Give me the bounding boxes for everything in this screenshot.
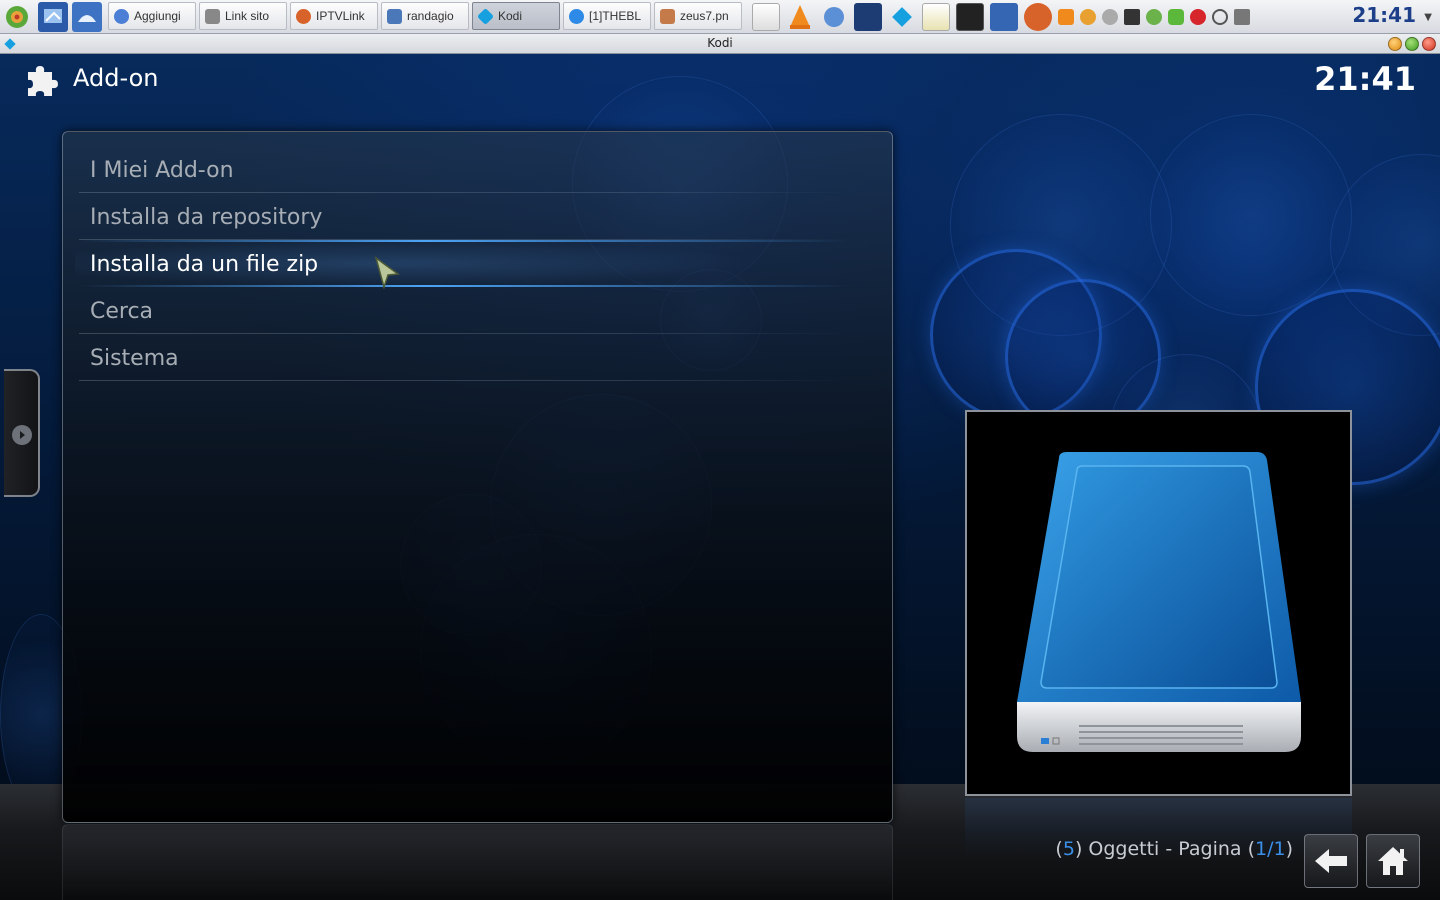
- volume-icon[interactable]: [1212, 9, 1228, 25]
- selection-line: [79, 240, 849, 242]
- puzzle-icon: [28, 66, 58, 96]
- minimize-button[interactable]: [1388, 37, 1402, 51]
- media-icon[interactable]: [1058, 9, 1074, 25]
- task-item[interactable]: Link sito: [199, 2, 287, 30]
- background-bokeh: [1150, 114, 1352, 316]
- clock-app-icon[interactable]: [1102, 9, 1118, 25]
- menu-item-label: I Miei Add-on: [90, 158, 234, 183]
- menu-item-label: Installa da repository: [90, 205, 323, 230]
- vlc-icon[interactable]: [786, 3, 814, 31]
- kodi-clock: 21:41: [1314, 60, 1416, 98]
- menu-item-system[interactable]: Sistema: [79, 334, 849, 381]
- kodi-window: Add-on 21:41 I Miei Add-on Installa da r…: [0, 54, 1440, 900]
- mouse-cursor-icon: [374, 256, 400, 290]
- item-count-info: (5) Oggetti - Pagina (1/1): [1055, 838, 1293, 860]
- back-arrow-icon: [1315, 849, 1347, 873]
- os-clock[interactable]: 21:41: [1352, 3, 1416, 27]
- home-button[interactable]: [1366, 834, 1420, 888]
- page-title: Add-on: [73, 64, 159, 92]
- side-menu-tab[interactable]: [4, 369, 40, 497]
- menu-item-install-from-repository[interactable]: Installa da repository: [79, 193, 849, 240]
- menu-item-label: Sistema: [90, 346, 179, 371]
- update-icon[interactable]: [1168, 9, 1184, 25]
- browser-icon: [114, 8, 129, 24]
- chat-icon: [569, 8, 584, 24]
- video-editor-icon[interactable]: [854, 3, 882, 31]
- hard-drive-icon: [1017, 452, 1301, 752]
- task-item[interactable]: randagio: [381, 2, 469, 30]
- task-item[interactable]: IPTVLink: [290, 2, 378, 30]
- kodi-launcher-icon[interactable]: [888, 3, 916, 31]
- menu-item-label: Cerca: [90, 299, 154, 324]
- desktop-icon[interactable]: [38, 2, 68, 32]
- tools-icon: [205, 8, 220, 24]
- close-button[interactable]: [1422, 37, 1436, 51]
- folder-icon: [387, 8, 402, 24]
- panel-reflection: [62, 824, 893, 900]
- task-list: Aggiungi Link sito IPTVLink randagio Kod…: [108, 2, 742, 32]
- file-manager-icon[interactable]: [72, 2, 102, 32]
- window-controls: [1388, 37, 1436, 51]
- text-editor-icon[interactable]: [752, 3, 780, 31]
- window-title: Kodi: [707, 36, 733, 50]
- task-item[interactable]: [1]THEBL: [563, 2, 651, 30]
- app-menu-icon[interactable]: [2, 2, 32, 32]
- mail-icon[interactable]: [1190, 9, 1206, 25]
- task-item[interactable]: Aggiungi: [108, 2, 196, 30]
- maximize-button[interactable]: [1405, 37, 1419, 51]
- os-taskbar: Aggiungi Link sito IPTVLink randagio Kod…: [0, 0, 1440, 34]
- addon-menu-panel: I Miei Add-on Installa da repository Ins…: [62, 131, 893, 823]
- notes-icon[interactable]: [922, 3, 950, 31]
- eye-icon: [296, 8, 311, 24]
- home-icon: [1378, 847, 1408, 875]
- screenshot-icon[interactable]: [990, 3, 1018, 31]
- chevron-down-icon[interactable]: ▼: [1424, 12, 1432, 23]
- kodi-icon: [477, 7, 494, 25]
- menu-item-my-addons[interactable]: I Miei Add-on: [79, 146, 849, 193]
- sync-icon[interactable]: [1080, 9, 1096, 25]
- shield-icon[interactable]: [1146, 9, 1162, 25]
- network-icon[interactable]: [820, 3, 848, 31]
- chevron-right-icon: [12, 425, 32, 445]
- menu-item-label: Installa da un file zip: [90, 252, 319, 277]
- divider: [79, 380, 849, 381]
- window-titlebar[interactable]: Kodi: [0, 34, 1440, 54]
- menu-item-search[interactable]: Cerca: [79, 287, 849, 334]
- task-item[interactable]: zeus7.pn: [654, 2, 742, 30]
- terminal-icon[interactable]: [956, 3, 984, 31]
- page-indicator: 1/1: [1255, 838, 1286, 860]
- task-item-kodi[interactable]: Kodi: [472, 2, 560, 30]
- item-count: 5: [1062, 838, 1075, 860]
- quick-launch-tray: [752, 3, 1250, 31]
- dropbox-icon[interactable]: [1124, 9, 1140, 25]
- network-status-icon[interactable]: [1234, 9, 1250, 25]
- image-viewer-icon: [660, 8, 675, 24]
- back-button[interactable]: [1304, 834, 1358, 888]
- addon-thumbnail: [965, 410, 1352, 796]
- menu-item-install-from-zip[interactable]: Installa da un file zip: [75, 240, 855, 287]
- monitor-icon[interactable]: [1024, 3, 1052, 31]
